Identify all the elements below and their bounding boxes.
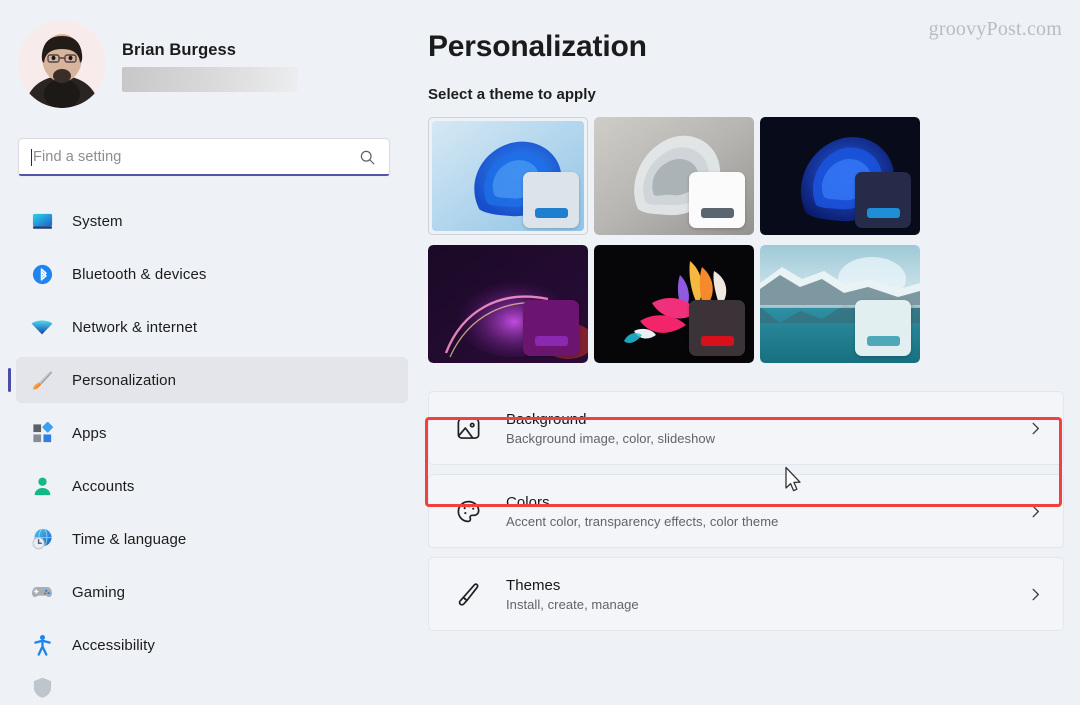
paintbrush-icon [30,368,54,392]
bluetooth-icon [30,262,54,286]
mouse-cursor [784,466,804,499]
sidebar-item-bluetooth-devices[interactable]: Bluetooth & devices [16,251,408,297]
user-name: Brian Burgess [122,40,237,59]
palette-icon [451,498,485,525]
theme-window-preview [523,300,579,356]
sidebar-item-label: Accounts [72,477,135,495]
theme-thumbnail[interactable] [760,245,920,363]
row-title: Themes [506,576,561,594]
theme-thumbnail[interactable] [428,117,588,235]
sidebar-item-label: Bluetooth & devices [72,265,207,283]
sidebar-item-accounts[interactable]: Accounts [16,463,408,509]
person-icon [30,474,54,498]
sidebar-item-personalization[interactable]: Personalization [8,357,408,403]
chevron-right-icon[interactable] [1025,587,1045,602]
settings-rows: Background Background image, color, slid… [424,363,1064,631]
sidebar-item-label: Accessibility [72,636,155,654]
theme-section-label: Select a theme to apply [428,86,596,103]
search-placeholder: Find a setting [33,149,122,165]
sidebar-item-label: Personalization [72,371,177,389]
row-title: Background [506,410,587,428]
theme-window-preview [523,172,579,228]
apps-grid-icon [30,421,54,445]
theme-thumbnail[interactable] [760,117,920,235]
navigation-list: System Bluetooth & devices Network & int… [0,176,420,699]
settings-row-colors[interactable]: Colors Accent color, transparency effect… [428,474,1064,548]
paintbrush-outline-icon [451,581,485,608]
user-email-redacted [122,66,298,92]
search-input[interactable]: Find a setting [18,138,390,176]
sidebar-item-label: Time & language [72,530,187,548]
search-icon[interactable] [359,149,377,166]
wifi-icon [30,315,54,339]
sidebar-item-time-language[interactable]: Time & language [16,516,408,562]
theme-window-preview [689,172,745,228]
theme-thumbnail[interactable] [428,245,588,363]
sidebar-item-system[interactable]: System [16,198,408,244]
user-profile[interactable]: Brian Burgess [0,0,420,108]
settings-row-background[interactable]: Background Background image, color, slid… [428,391,1064,465]
sidebar: Brian Burgess Find a setting System Blue… [0,0,420,705]
clock-globe-icon [30,527,54,551]
theme-thumbnail[interactable] [594,245,754,363]
text-caret [31,148,32,166]
accessibility-icon [30,633,54,657]
sidebar-item-network-internet[interactable]: Network & internet [16,304,408,350]
theme-grid [424,103,1064,363]
main-content: groovyPost.com Personalization Select a … [420,0,1080,705]
row-title: Colors [506,493,550,511]
row-description: Install, create, manage [506,596,639,612]
chevron-right-icon[interactable] [1025,421,1045,436]
sidebar-item-label: Gaming [72,583,126,601]
privacy-shield-icon [30,675,54,699]
avatar[interactable] [18,20,106,108]
sidebar-item-gaming[interactable]: Gaming [16,569,408,615]
row-description: Accent color, transparency effects, colo… [506,513,779,529]
sidebar-item-label: System [72,212,123,230]
display-monitor-icon [30,209,54,233]
sidebar-item-label: Apps [72,424,107,442]
chevron-right-icon[interactable] [1025,504,1045,519]
watermark: groovyPost.com [928,18,1062,40]
theme-window-preview [855,300,911,356]
sidebar-item-privacy-security[interactable] [16,675,408,699]
row-description: Background image, color, slideshow [506,430,716,446]
theme-window-preview [855,172,911,228]
gamepad-icon [30,580,54,604]
sidebar-item-apps[interactable]: Apps [16,410,408,456]
theme-thumbnail[interactable] [594,117,754,235]
theme-window-preview [689,300,745,356]
sidebar-item-accessibility[interactable]: Accessibility [16,622,408,668]
picture-icon [451,415,485,442]
settings-window: Brian Burgess Find a setting System Blue… [0,0,1080,705]
sidebar-item-label: Network & internet [72,318,198,336]
settings-row-themes[interactable]: Themes Install, create, manage [428,557,1064,631]
